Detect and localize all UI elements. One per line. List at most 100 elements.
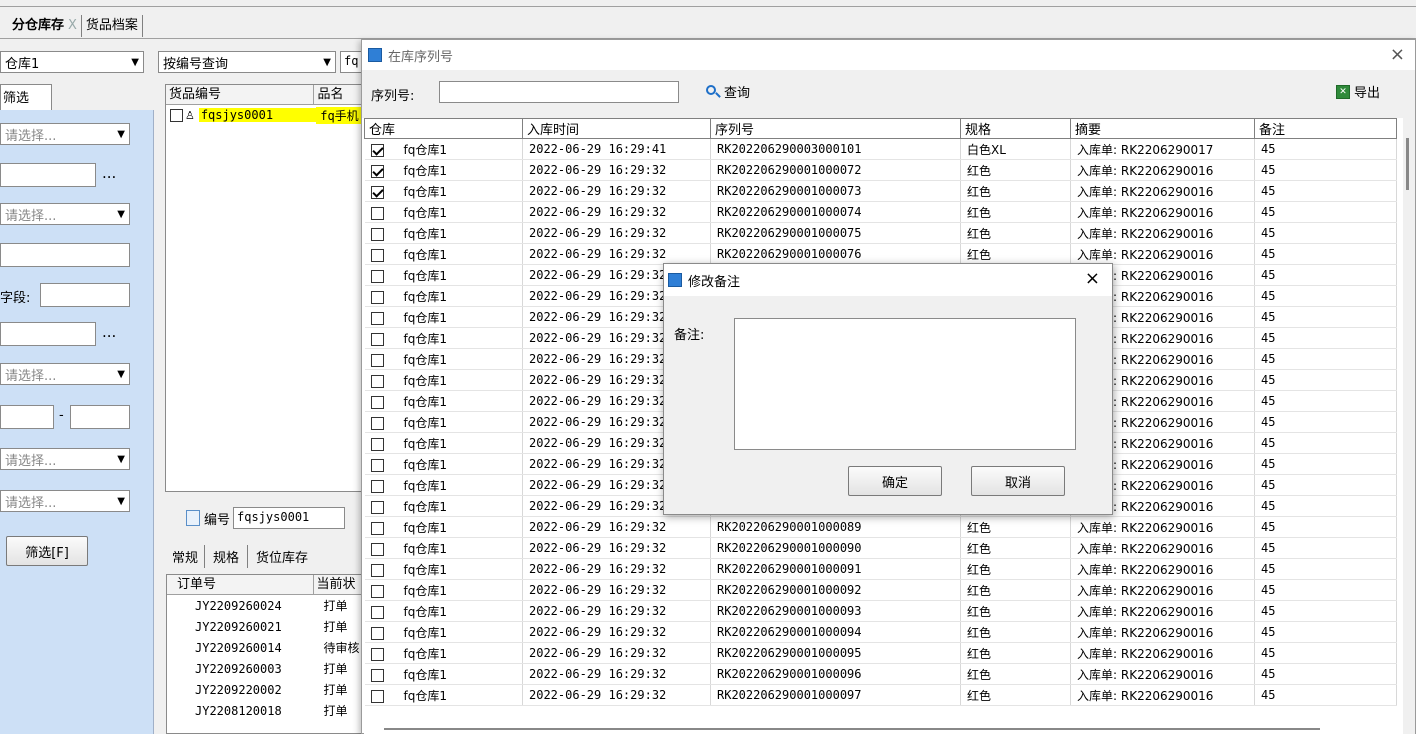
warehouse-select[interactable]: 仓库1 ▼ <box>0 51 144 73</box>
col-serial-no[interactable]: 序列号 <box>710 118 961 139</box>
field-input[interactable] <box>40 283 130 307</box>
goods-row-checkbox[interactable] <box>170 108 183 122</box>
serial-row[interactable]: fq仓库1 2022-06-29 16:29:32 RK20220629000100… <box>364 642 1397 664</box>
order-row[interactable]: JY2209260024 打单 <box>167 595 365 616</box>
filter-button[interactable]: 筛选[F] <box>6 536 88 566</box>
row-checkbox[interactable] <box>370 374 384 388</box>
row-checkbox[interactable] <box>370 500 384 514</box>
row-checkbox[interactable] <box>370 647 384 661</box>
order-row[interactable]: JY2209260021 打单 <box>167 616 365 637</box>
row-checkbox[interactable] <box>370 248 384 262</box>
serial-row[interactable]: fq仓库1 2022-06-29 16:29:32 RK20220629000100… <box>364 222 1397 244</box>
col-order-no[interactable]: 订单号 <box>167 575 314 594</box>
col-warehouse[interactable]: 仓库 <box>364 118 523 139</box>
filter-select-4[interactable]: 请选择... ▼ <box>0 448 130 470</box>
row-checkbox[interactable] <box>370 626 384 640</box>
serial-vertical-scrollbar[interactable] <box>1403 118 1415 734</box>
serial-row[interactable]: fq仓库1 2022-06-29 16:29:32 RK20220629000100… <box>364 663 1397 685</box>
tab-goods-archive[interactable]: 货品档案 <box>82 15 143 37</box>
row-checkbox[interactable] <box>370 164 384 178</box>
row-checkbox[interactable] <box>370 479 384 493</box>
scrollbar-thumb[interactable] <box>1406 138 1409 190</box>
row-checkbox[interactable] <box>370 542 384 556</box>
order-row[interactable]: JY2208120018 打单 <box>167 700 365 721</box>
serial-row[interactable]: fq仓库1 2022-06-29 16:29:32 RK20220629000100… <box>364 201 1397 223</box>
tab-location-stock[interactable]: 货位库存 <box>248 545 316 568</box>
row-checkbox[interactable] <box>370 206 384 220</box>
col-goods-name[interactable]: 品名 <box>314 85 364 104</box>
row-checkbox[interactable] <box>370 437 384 451</box>
serial-row[interactable]: fq仓库1 2022-06-29 16:29:32 RK20220629000100… <box>364 558 1397 580</box>
order-row[interactable]: JY2209260003 打单 <box>167 658 365 679</box>
serial-row[interactable]: fq仓库1 2022-06-29 16:29:41 RK20220629000300… <box>364 138 1397 160</box>
col-spec[interactable]: 规格 <box>960 118 1071 139</box>
col-remark[interactable]: 备注 <box>1254 118 1397 139</box>
summary-cell: 入库单: RK2206290016 <box>1070 243 1255 265</box>
order-row[interactable]: JY2209220002 打单 <box>167 679 365 700</box>
col-summary[interactable]: 摘要 <box>1070 118 1255 139</box>
row-checkbox[interactable] <box>370 521 384 535</box>
summary-cell: 入库单: RK2206290016 <box>1070 201 1255 223</box>
row-checkbox[interactable] <box>370 605 384 619</box>
row-checkbox[interactable] <box>370 353 384 367</box>
filter-select-5[interactable]: 请选择... ▼ <box>0 490 130 512</box>
warehouse-value: fq仓库1 <box>403 331 447 346</box>
serial-row[interactable]: fq仓库1 2022-06-29 16:29:32 RK20220629000100… <box>364 600 1397 622</box>
serial-horizontal-scrollbar[interactable] <box>384 728 1320 730</box>
col-goods-code[interactable]: 货品编号 <box>166 85 315 104</box>
ok-button[interactable]: 确定 <box>848 466 942 496</box>
serial-row[interactable]: fq仓库1 2022-06-29 16:29:32 RK20220629000100… <box>364 180 1397 202</box>
query-mode-select[interactable]: 按编号查询 ▼ <box>158 51 336 73</box>
row-checkbox[interactable] <box>370 458 384 472</box>
close-icon[interactable]: × <box>1085 268 1100 289</box>
row-checkbox[interactable] <box>370 269 384 283</box>
row-checkbox[interactable] <box>370 668 384 682</box>
close-icon[interactable]: × <box>1390 44 1405 65</box>
row-checkbox[interactable] <box>370 227 384 241</box>
row-checkbox[interactable] <box>370 311 384 325</box>
filter-select-1[interactable]: 请选择... ▼ <box>0 123 130 145</box>
filter-input-1[interactable] <box>0 163 96 187</box>
range-from-input[interactable] <box>0 405 54 429</box>
remark-textarea[interactable] <box>734 318 1076 450</box>
time-cell: 2022-06-29 16:29:32 <box>522 243 711 265</box>
row-checkbox[interactable] <box>370 416 384 430</box>
serial-row[interactable]: fq仓库1 2022-06-29 16:29:32 RK20220629000100… <box>364 579 1397 601</box>
row-checkbox[interactable] <box>370 290 384 304</box>
row-checkbox[interactable] <box>370 143 384 157</box>
cancel-button[interactable]: 取消 <box>971 466 1065 496</box>
range-to-input[interactable] <box>70 405 130 429</box>
order-row[interactable]: JY2209260014 待审核 <box>167 637 365 658</box>
serial-input[interactable] <box>439 81 679 103</box>
serial-row[interactable]: fq仓库1 2022-06-29 16:29:32 RK20220629000100… <box>364 537 1397 559</box>
serial-row[interactable]: fq仓库1 2022-06-29 16:29:32 RK20220629000100… <box>364 243 1397 265</box>
col-instock-time[interactable]: 入库时间 <box>522 118 711 139</box>
row-checkbox[interactable] <box>370 332 384 346</box>
export-button[interactable]: ✕ 导出 <box>1336 82 1380 101</box>
serial-row[interactable]: fq仓库1 2022-06-29 16:29:32 RK20220629000100… <box>364 516 1397 538</box>
browse-button[interactable]: ... <box>102 164 116 182</box>
filter-select-3[interactable]: 请选择... ▼ <box>0 363 130 385</box>
filter-tab[interactable]: 筛选 <box>0 84 52 111</box>
filter-input-3[interactable] <box>0 322 96 346</box>
row-checkbox[interactable] <box>370 584 384 598</box>
serial-row[interactable]: fq仓库1 2022-06-29 16:29:32 RK20220629000100… <box>364 621 1397 643</box>
tab-general[interactable]: 常规 <box>166 545 206 568</box>
code-input[interactable]: fqsjys0001 <box>233 507 346 529</box>
goods-row[interactable]: ♙ fqsjys0001 fq手机 <box>166 105 364 125</box>
query-button[interactable]: 查询 <box>706 82 750 101</box>
filter-input-2[interactable] <box>0 243 130 267</box>
row-checkbox[interactable] <box>370 689 384 703</box>
col-order-status[interactable]: 当前状 <box>314 575 365 594</box>
serial-row[interactable]: fq仓库1 2022-06-29 16:29:32 RK20220629000100… <box>364 159 1397 181</box>
browse-button-2[interactable]: ... <box>102 323 116 341</box>
row-checkbox[interactable] <box>370 185 384 199</box>
tab-spec[interactable]: 规格 <box>205 545 249 568</box>
serial-row[interactable]: fq仓库1 2022-06-29 16:29:32 RK20220629000100… <box>364 684 1397 706</box>
filter-select-2[interactable]: 请选择... ▼ <box>0 203 130 225</box>
tab-warehouse-stock[interactable]: 分仓库存 X <box>0 15 82 37</box>
row-checkbox[interactable] <box>370 563 384 577</box>
warehouse-value: fq仓库1 <box>403 541 447 556</box>
tab-close-icon[interactable]: X <box>68 18 77 33</box>
row-checkbox[interactable] <box>370 395 384 409</box>
